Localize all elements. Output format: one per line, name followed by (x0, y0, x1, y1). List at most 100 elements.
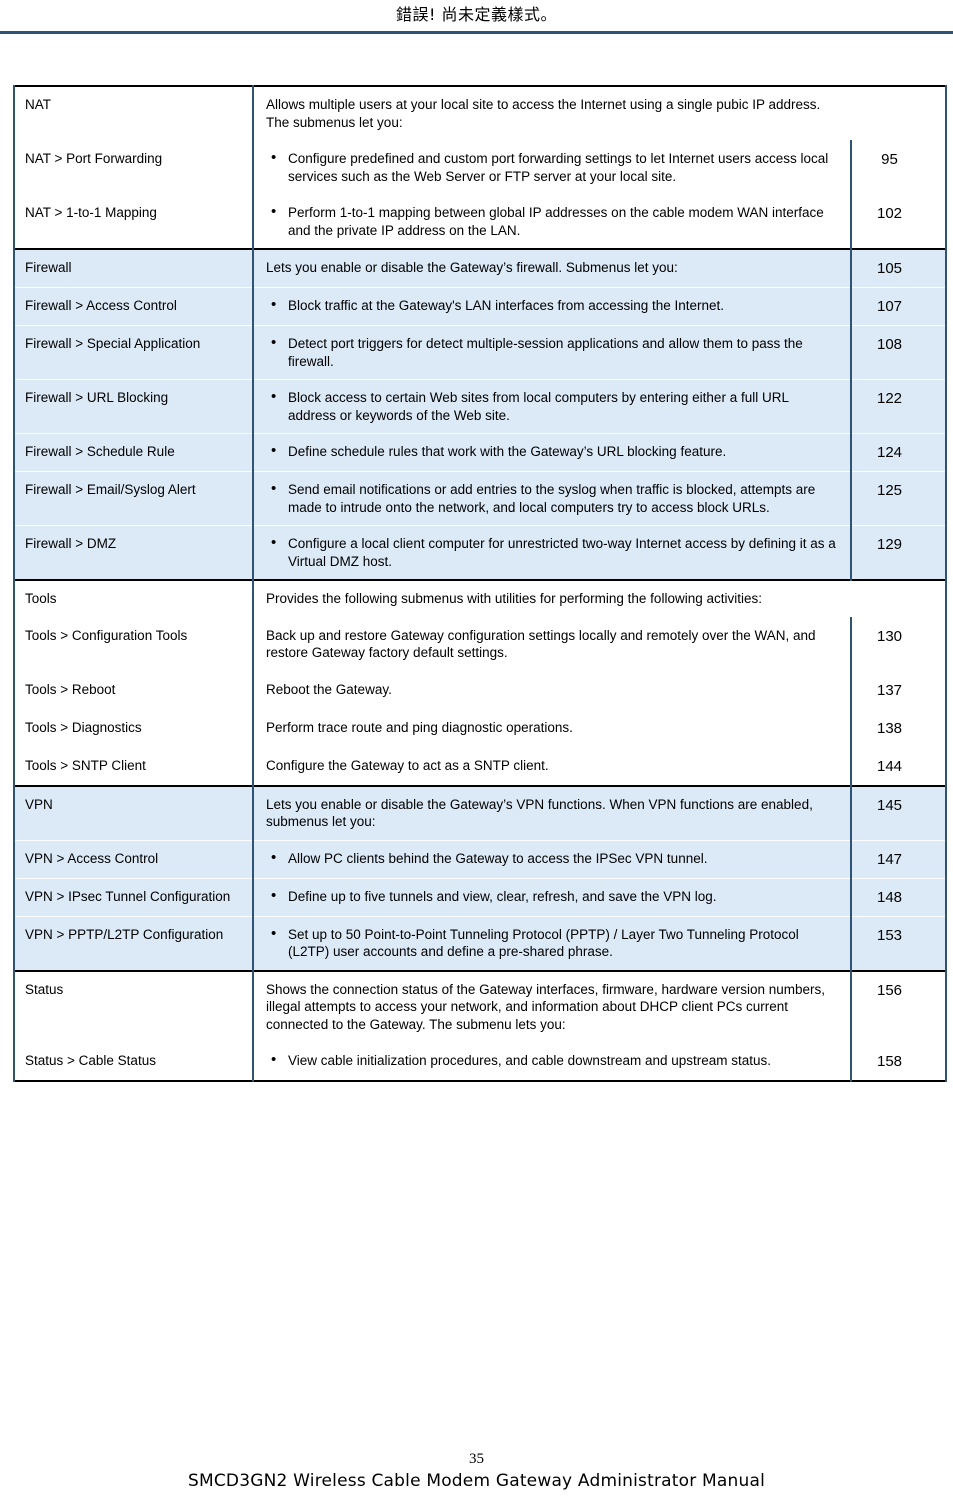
page-number-cell: 125 (850, 471, 947, 526)
description-bullet-item: Set up to 50 Point-to-Point Tunneling Pr… (266, 925, 840, 961)
description-bullet-item: Perform 1-to-1 mapping between global IP… (266, 203, 840, 239)
menu-section-firewall: Firewall Lets you enable or disable the G… (13, 249, 947, 580)
menu-description-cell: Detect port triggers for detect multiple… (253, 325, 851, 380)
description-bullet-list: Configure a local client computer for un… (266, 534, 840, 570)
menu-description-cell: Perform 1-to-1 mapping between global IP… (253, 194, 851, 249)
description-bullet-item: View cable initialization procedures, an… (266, 1051, 840, 1070)
description-bullet-item: Configure predefined and custom port for… (266, 149, 840, 185)
description-bullet-item: Define up to five tunnels and view, clea… (266, 887, 840, 906)
table-row: VPN > PPTP/L2TP Configuration Set up to 5… (13, 915, 947, 971)
menu-path-cell: Status > Cable Status (13, 1042, 254, 1081)
page-number-cell: 95 (850, 140, 947, 195)
table-row: Status > Cable Status View cable initiali… (13, 1042, 947, 1081)
description-bullet-item: Block access to certain Web sites from l… (266, 388, 840, 424)
table-row: Tools > Diagnostics Perform trace route a… (13, 708, 947, 747)
page-number-cell: 129 (850, 525, 947, 580)
menu-description-cell: Configure predefined and custom port for… (253, 140, 851, 195)
description-text: Lets you enable or disable the Gateway’s… (266, 796, 813, 830)
menu-summary-table-wrapper: NAT Allows multiple users at your local s… (13, 85, 947, 1082)
menu-path-cell: VPN > PPTP/L2TP Configuration (13, 915, 254, 971)
description-bullet-list: Perform 1-to-1 mapping between global IP… (266, 203, 840, 239)
description-bullet-item: Send email notifications or add entries … (266, 480, 840, 516)
menu-summary-table: NAT Allows multiple users at your local s… (13, 85, 947, 1082)
table-row: Tools > Configuration Tools Back up and r… (13, 616, 947, 671)
menu-description-cell: Block access to certain Web sites from l… (253, 379, 851, 434)
menu-section-nat: NAT Allows multiple users at your local s… (13, 86, 947, 249)
page-number-cell: 124 (850, 433, 947, 472)
table-row: Firewall Lets you enable or disable the G… (13, 249, 947, 288)
menu-description-cell: Shows the connection status of the Gatew… (253, 970, 851, 1043)
menu-path-cell: NAT > 1-to-1 Mapping (13, 194, 254, 249)
table-row: VPN > IPsec Tunnel Configuration Define u… (13, 877, 947, 916)
description-text: Perform trace route and ping diagnostic … (266, 719, 573, 735)
table-row: Firewall > URL Blocking Block access to c… (13, 379, 947, 434)
menu-path-cell: VPN > Access Control (13, 839, 254, 878)
menu-path-cell: NAT > Port Forwarding (13, 140, 254, 195)
menu-path-cell: NAT (13, 86, 254, 141)
menu-path-cell: Firewall > Special Application (13, 325, 254, 380)
page-number-cell: 107 (850, 287, 947, 326)
menu-description-cell: Allows multiple users at your local site… (253, 86, 851, 141)
menu-description-cell: Back up and restore Gateway configuratio… (253, 616, 851, 671)
header-divider-rule (0, 31, 953, 34)
description-bullet-list: Block access to certain Web sites from l… (266, 388, 840, 424)
description-bullet-item: Block traffic at the Gateway's LAN inter… (266, 296, 840, 315)
menu-description-cell: Define up to five tunnels and view, clea… (253, 877, 851, 916)
table-row: NAT Allows multiple users at your local s… (13, 86, 947, 141)
menu-path-cell: Tools > SNTP Client (13, 746, 254, 786)
footer-manual-title: SMCD3GN2 Wireless Cable Modem Gateway Ad… (188, 1471, 765, 1491)
table-row: Firewall > Schedule Rule Define schedule … (13, 433, 947, 472)
page-number-cell: 108 (850, 325, 947, 380)
page-number-cell: 130 (850, 616, 947, 671)
table-row: Tools > SNTP Client Configure the Gateway… (13, 746, 947, 786)
page-number-cell: 153 (850, 915, 947, 971)
description-bullet-list: Define schedule rules that work with the… (266, 442, 840, 461)
menu-description-cell: View cable initialization procedures, an… (253, 1042, 851, 1081)
menu-section-tools: Tools Provides the following submenus wit… (13, 580, 947, 786)
table-row: Tools Provides the following submenus wit… (13, 580, 947, 617)
menu-description-cell: Send email notifications or add entries … (253, 471, 851, 526)
menu-path-cell: VPN > IPsec Tunnel Configuration (13, 877, 254, 916)
table-row: Tools > Reboot Reboot the Gateway. 137 (13, 670, 947, 709)
page-number-cell: 105 (850, 249, 947, 288)
description-bullet-list: Detect port triggers for detect multiple… (266, 334, 840, 370)
description-text: Reboot the Gateway. (266, 681, 392, 697)
menu-description-cell: Lets you enable or disable the Gateway’s… (253, 785, 851, 840)
table-row: Firewall > Email/Syslog Alert Send email … (13, 471, 947, 526)
page-number-cell: 144 (850, 746, 947, 786)
menu-path-cell: Firewall > Email/Syslog Alert (13, 471, 254, 526)
menu-path-cell: Firewall > URL Blocking (13, 379, 254, 434)
menu-description-cell: Block traffic at the Gateway's LAN inter… (253, 287, 851, 326)
description-bullet-item: Define schedule rules that work with the… (266, 442, 840, 461)
description-bullet-item: Configure a local client computer for un… (266, 534, 840, 570)
menu-path-cell: Tools (13, 580, 254, 617)
table-row: Firewall > Special Application Detect por… (13, 325, 947, 380)
table-row: VPN Lets you enable or disable the Gatewa… (13, 785, 947, 840)
page-number-cell: 156 (850, 970, 947, 1043)
page-footer: 35 SMCD3GN2 Wireless Cable Modem Gateway… (0, 1449, 953, 1493)
page-number-cell: 122 (850, 379, 947, 434)
description-text: Back up and restore Gateway configuratio… (266, 627, 816, 661)
description-bullet-list: Set up to 50 Point-to-Point Tunneling Pr… (266, 925, 840, 961)
page-header: 錯誤! 尚未定義樣式。 (0, 0, 953, 34)
table-row: VPN > Access Control Allow PC clients beh… (13, 839, 947, 878)
description-text: Shows the connection status of the Gatew… (266, 981, 826, 1032)
menu-description-cell: Configure the Gateway to act as a SNTP c… (253, 746, 851, 786)
menu-path-cell: Status (13, 970, 254, 1043)
description-text: Provides the following submenus with uti… (266, 591, 762, 606)
menu-description-cell: Lets you enable or disable the Gateway’s… (253, 249, 851, 288)
menu-description-cell: Reboot the Gateway. (253, 670, 851, 709)
page-number-cell: 148 (850, 877, 947, 916)
description-bullet-item: Detect port triggers for detect multiple… (266, 334, 840, 370)
description-bullet-item: Allow PC clients behind the Gateway to a… (266, 849, 840, 868)
page-number-cell: 137 (850, 670, 947, 709)
page-number-cell (851, 86, 947, 141)
page-number-cell (851, 580, 947, 617)
description-text: Configure the Gateway to act as a SNTP c… (266, 757, 549, 773)
menu-path-cell: Tools > Configuration Tools (13, 616, 254, 671)
menu-path-cell: Firewall > Access Control (13, 287, 254, 326)
header-title: 錯誤! 尚未定義樣式。 (395, 5, 557, 24)
menu-description-cell: Configure a local client computer for un… (253, 525, 851, 580)
menu-path-cell: Firewall (13, 249, 254, 288)
menu-description-cell: Allow PC clients behind the Gateway to a… (253, 839, 851, 878)
